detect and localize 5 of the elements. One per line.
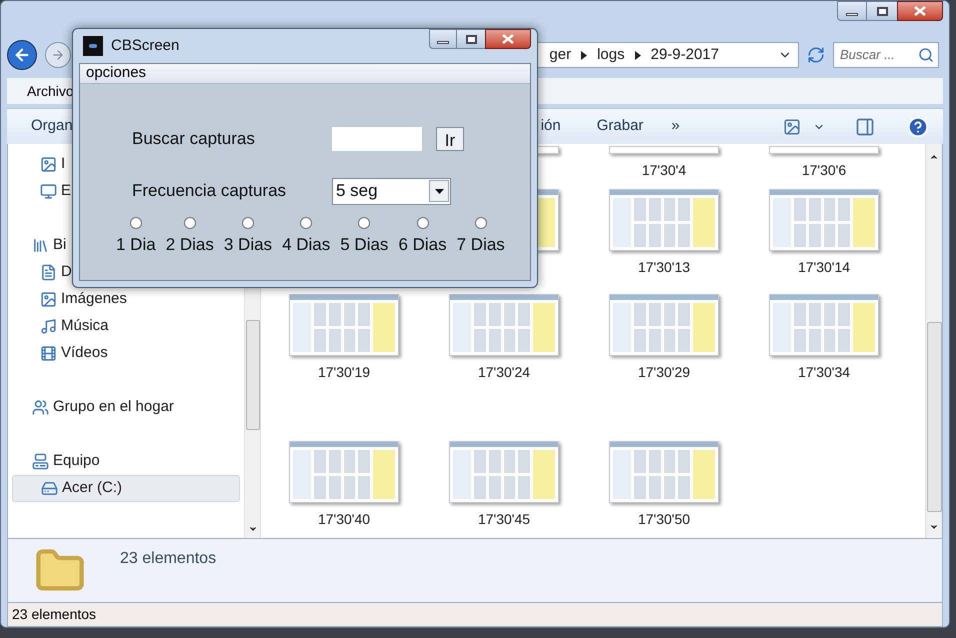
field-label: Frecuencia capturas bbox=[132, 180, 288, 202]
field-label: Buscar capturas bbox=[132, 128, 256, 150]
item-count: 23 elementos bbox=[120, 549, 216, 569]
dialog-title: CBScreen bbox=[111, 36, 180, 56]
status-bar: 23 elementos bbox=[7, 602, 943, 627]
